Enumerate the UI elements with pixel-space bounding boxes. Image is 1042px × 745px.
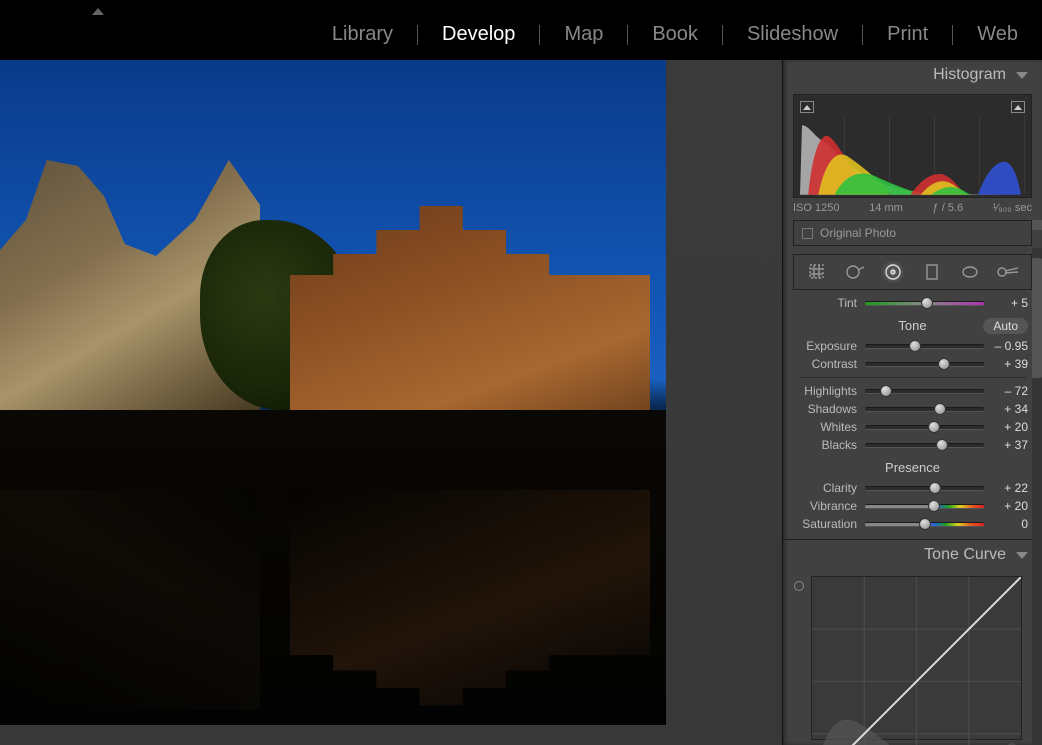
saturation-slider[interactable]: Saturation 0 xyxy=(793,515,1032,533)
module-print[interactable]: Print xyxy=(863,23,952,46)
module-develop[interactable]: Develop xyxy=(418,23,539,46)
chevron-down-icon xyxy=(1016,552,1028,559)
highlights-slider[interactable]: Highlights – 72 xyxy=(793,382,1032,400)
histogram-header[interactable]: Histogram xyxy=(783,60,1042,90)
histogram-metadata: ISO 1250 14 mm ƒ / 5.6 ¹⁄₉₀₀ sec xyxy=(793,202,1032,214)
shadows-slider[interactable]: Shadows + 34 xyxy=(793,400,1032,418)
chevron-down-icon xyxy=(1016,72,1028,79)
histogram-title: Histogram xyxy=(933,66,1006,84)
preview-image[interactable] xyxy=(0,60,666,725)
tint-value: + 5 xyxy=(992,296,1028,310)
local-tools-strip xyxy=(793,254,1032,290)
module-slideshow[interactable]: Slideshow xyxy=(723,23,862,46)
auto-tone-button[interactable]: Auto xyxy=(983,318,1028,334)
target-adjust-icon[interactable] xyxy=(794,581,804,591)
original-photo-row[interactable]: Original Photo xyxy=(793,220,1032,246)
original-photo-checkbox[interactable] xyxy=(802,228,813,239)
develop-right-panel: Histogram xyxy=(782,60,1042,745)
tint-slider[interactable]: Tint + 5 xyxy=(793,294,1032,312)
tone-curve-title: Tone Curve xyxy=(924,546,1006,564)
blacks-slider[interactable]: Blacks + 37 xyxy=(793,436,1032,454)
module-web[interactable]: Web xyxy=(953,23,1042,46)
scrollbar-thumb[interactable] xyxy=(1032,258,1042,378)
contrast-slider[interactable]: Contrast + 39 xyxy=(793,355,1032,373)
crop-tool[interactable] xyxy=(803,261,831,283)
tone-group-header: Tone Auto xyxy=(793,312,1032,337)
redeye-tool[interactable] xyxy=(879,261,907,283)
basic-panel: Tint + 5 Tone Auto Exposure – 0.95 Contr… xyxy=(793,290,1032,539)
module-book[interactable]: Book xyxy=(628,23,722,46)
meta-shutter: ¹⁄₉₀₀ sec xyxy=(993,202,1032,214)
module-picker-bar: Library Develop Map Book Slideshow Print… xyxy=(0,0,1042,60)
original-photo-label: Original Photo xyxy=(820,226,896,240)
canvas-area[interactable] xyxy=(0,60,782,745)
radial-filter-tool[interactable] xyxy=(956,261,984,283)
exposure-slider[interactable]: Exposure – 0.95 xyxy=(793,337,1032,355)
module-library[interactable]: Library xyxy=(308,23,417,46)
meta-iso: ISO 1250 xyxy=(793,202,839,214)
tint-label: Tint xyxy=(797,296,857,310)
module-map[interactable]: Map xyxy=(540,23,627,46)
identity-plate-arrow[interactable] xyxy=(92,8,104,15)
shadow-clip-indicator[interactable] xyxy=(800,101,814,113)
spot-tool[interactable] xyxy=(841,261,869,283)
panel-toggle-icon[interactable] xyxy=(1032,220,1042,230)
presence-group-header: Presence xyxy=(793,454,1032,479)
tone-curve-header[interactable]: Tone Curve xyxy=(783,540,1042,570)
panel-scrollbar[interactable] xyxy=(1032,248,1042,745)
presence-title: Presence xyxy=(885,460,940,475)
histogram-graph[interactable] xyxy=(800,115,1025,193)
histogram-box[interactable] xyxy=(793,94,1032,198)
vibrance-slider[interactable]: Vibrance + 20 xyxy=(793,497,1032,515)
meta-aperture: ƒ / 5.6 xyxy=(933,202,964,214)
tone-title: Tone xyxy=(898,318,926,333)
clarity-slider[interactable]: Clarity + 22 xyxy=(793,479,1032,497)
brush-tool[interactable] xyxy=(994,261,1022,283)
whites-slider[interactable]: Whites + 20 xyxy=(793,418,1032,436)
highlight-clip-indicator[interactable] xyxy=(1011,101,1025,113)
tone-curve-graph[interactable] xyxy=(811,576,1022,740)
grad-filter-tool[interactable] xyxy=(918,261,946,283)
meta-focal: 14 mm xyxy=(869,202,903,214)
